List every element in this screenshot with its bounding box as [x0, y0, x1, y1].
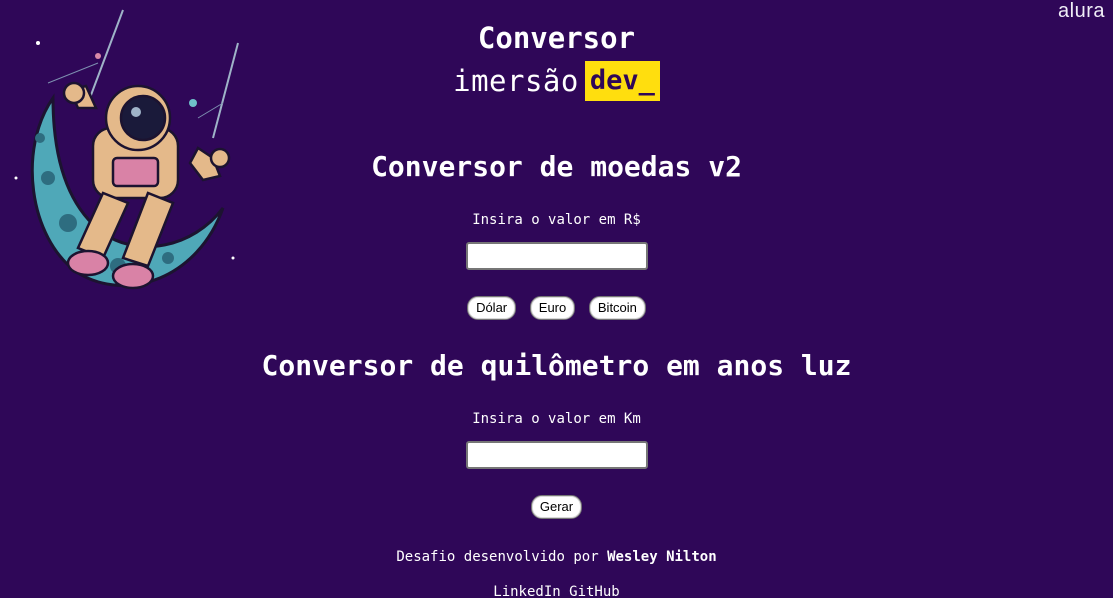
distance-input[interactable]	[465, 441, 648, 469]
distance-input-row	[0, 441, 1113, 469]
currency-heading: Conversor de moedas v2	[371, 150, 742, 183]
imersao-dev-logo: imersão dev_	[0, 61, 1113, 101]
distance-heading: Conversor de quilômetro em anos luz	[261, 349, 852, 382]
footer-text: Desafio desenvolvido por	[396, 549, 599, 565]
linkedin-link[interactable]: LinkedIn	[493, 584, 560, 598]
app-title: Conversor	[477, 21, 636, 55]
footer-author: Wesley Nilton	[607, 549, 717, 565]
page: alura Conversor imersão dev_ Conversor d…	[0, 0, 1113, 598]
logo-tag: dev_	[584, 61, 660, 101]
currency-input-row	[0, 242, 1113, 270]
distance-buttons: Gerar	[0, 495, 1113, 519]
distance-label: Insira o valor em Km	[472, 411, 641, 427]
currency-label: Insira o valor em R$	[472, 212, 641, 228]
github-link[interactable]: GitHub	[569, 584, 620, 598]
gerar-button[interactable]: Gerar	[530, 495, 583, 519]
footer-links: LinkedIn GitHub	[0, 583, 1113, 598]
currency-input[interactable]	[465, 242, 648, 270]
bitcoin-button[interactable]: Bitcoin	[588, 296, 646, 320]
euro-button[interactable]: Euro	[529, 296, 576, 320]
currency-buttons: Dólar Euro Bitcoin	[0, 296, 1113, 320]
footer-credit: Desafio desenvolvido por Wesley Nilton	[0, 548, 1113, 566]
logo-text: imersão	[453, 64, 579, 98]
dolar-button[interactable]: Dólar	[467, 296, 517, 320]
